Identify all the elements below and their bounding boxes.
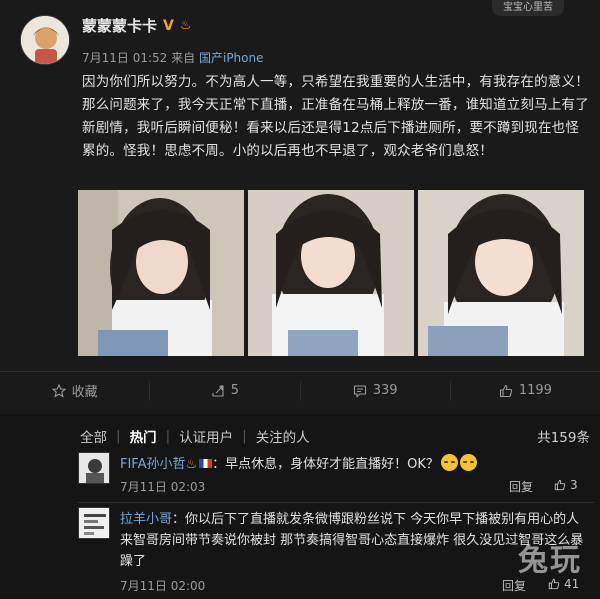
comment-like-button[interactable]: 3 bbox=[554, 478, 578, 492]
post-photo[interactable] bbox=[248, 190, 414, 356]
weibo-post: 宝宝心里苦 蒙蒙蒙卡卡 V ♨ 7月11日 01:52 来自 国产iPhone … bbox=[0, 0, 600, 599]
repost-icon bbox=[212, 384, 224, 397]
post-source[interactable]: 国产iPhone bbox=[199, 51, 264, 65]
site-watermark: 兔玩 bbox=[518, 543, 582, 578]
repost-button[interactable]: 5 bbox=[150, 380, 301, 401]
comment-button[interactable]: 339 bbox=[301, 380, 451, 401]
filter-separator: | bbox=[116, 428, 121, 444]
post-from-label: 来自 bbox=[171, 51, 196, 65]
fire-icon: ♨ bbox=[185, 457, 198, 472]
reply-button[interactable]: 回复 bbox=[509, 478, 533, 495]
comment-body: ：你以后下了直播就发条微博跟粉丝说下 今天你早下播被别有用心的人来智哥房间带节奏… bbox=[120, 512, 584, 569]
photo-grid bbox=[78, 190, 584, 356]
repost-count: 5 bbox=[230, 383, 240, 398]
comment-filter-bar: 全部 | 热门 | 认证用户 | 关注的人 bbox=[80, 426, 310, 446]
like-count: 1199 bbox=[518, 383, 552, 398]
filter-separator: | bbox=[242, 428, 247, 444]
author-name-row: 蒙蒙蒙卡卡 V ♨ bbox=[82, 15, 192, 36]
post-body: 因为你们所以努力。不为高人一等，只希望在我重要的人生活中，有我存在的意义！那么问… bbox=[82, 74, 589, 159]
sleepy-emoji-icon bbox=[440, 454, 458, 471]
comment-divider bbox=[78, 502, 594, 503]
author-name[interactable]: 蒙蒙蒙卡卡 bbox=[82, 15, 157, 36]
comment-time: 7月11日 02:03 bbox=[120, 480, 206, 494]
filter-hot[interactable]: 热门 bbox=[130, 426, 157, 446]
filter-all[interactable]: 全部 bbox=[80, 426, 107, 446]
comment-count: 339 bbox=[372, 383, 398, 398]
filter-separator: | bbox=[165, 428, 171, 444]
author-avatar[interactable] bbox=[20, 15, 70, 65]
comment-like-button[interactable]: 41 bbox=[548, 577, 579, 591]
france-flag-icon bbox=[199, 459, 213, 468]
comment-total: 共159条 bbox=[537, 430, 590, 446]
comment-time: 7月11日 02:00 bbox=[120, 579, 206, 593]
comment-like-count: 3 bbox=[570, 478, 578, 492]
favorite-button[interactable]: 收藏 bbox=[0, 380, 151, 401]
comment-icon bbox=[353, 384, 366, 398]
fire-icon: ♨ bbox=[179, 18, 192, 33]
commenter-name[interactable]: FIFA孙小哲 bbox=[120, 457, 186, 472]
commenter-avatar[interactable] bbox=[78, 452, 110, 484]
star-icon bbox=[51, 383, 66, 398]
filter-verified[interactable]: 认证用户 bbox=[179, 426, 233, 446]
filter-following[interactable]: 关注的人 bbox=[256, 426, 310, 446]
top-badge[interactable]: 宝宝心里苦 bbox=[492, 0, 564, 16]
post-actions-bar: 收藏 5 339 1199 bbox=[0, 371, 600, 409]
verified-v-icon: V bbox=[163, 17, 174, 34]
reply-button[interactable]: 回复 bbox=[502, 577, 526, 594]
thumbs-up-icon bbox=[554, 479, 566, 491]
favorite-label: 收藏 bbox=[71, 385, 98, 400]
post-time[interactable]: 7月11日 01:52 bbox=[82, 51, 167, 65]
post-meta: 7月11日 01:52 来自 国产iPhone bbox=[82, 49, 264, 66]
comment-body: ：早点休息，身体好才能直播好！OK？ bbox=[212, 457, 439, 472]
post-photo[interactable] bbox=[78, 190, 244, 356]
like-button[interactable]: 1199 bbox=[451, 381, 600, 401]
post-photo[interactable] bbox=[418, 190, 584, 356]
sleepy-emoji-icon bbox=[459, 454, 477, 471]
comment-text: FIFA孙小哲♨ ：早点休息，身体好才能直播好！OK？ bbox=[120, 454, 590, 475]
thumbs-up-icon bbox=[499, 384, 512, 397]
commenter-name[interactable]: 拉羊小哥 bbox=[120, 512, 172, 527]
commenter-avatar[interactable] bbox=[78, 507, 110, 539]
comment-like-count: 41 bbox=[564, 577, 580, 591]
thumbs-up-icon bbox=[548, 578, 560, 590]
